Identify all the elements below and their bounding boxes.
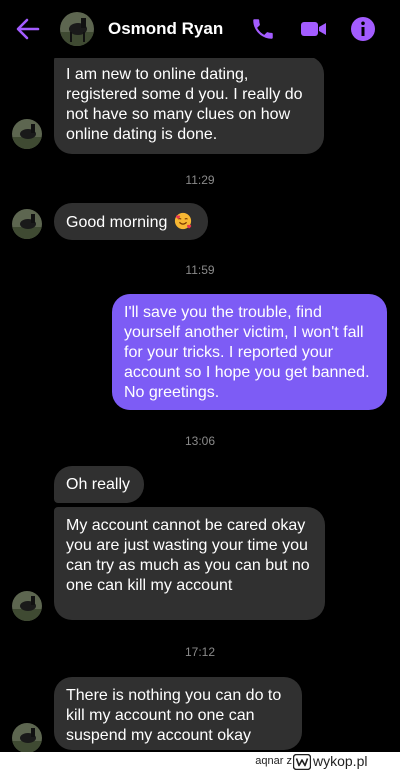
timestamp: 17:12 [184, 645, 216, 659]
chat-header: Osmond Ryan [0, 0, 400, 58]
incoming-message[interactable]: My account cannot be cared okay you are … [54, 507, 325, 620]
sender-avatar[interactable] [12, 119, 42, 149]
smiling-face-with-hearts-icon [174, 212, 192, 230]
watermark-bar: aqnar z wykop.pl [0, 752, 400, 773]
incoming-message[interactable]: Oh really [54, 466, 144, 503]
incoming-message[interactable]: Good morning [54, 203, 208, 240]
back-arrow-icon[interactable] [14, 15, 42, 43]
contact-name[interactable]: Osmond Ryan [108, 19, 223, 39]
timestamp: 13:06 [184, 434, 216, 448]
message-text: Good morning [66, 214, 168, 231]
sender-avatar[interactable] [12, 209, 42, 239]
timestamp: 11:29 [185, 173, 215, 187]
info-icon[interactable] [350, 16, 376, 42]
outgoing-message[interactable]: I'll save you the trouble, find yourself… [112, 294, 387, 410]
incoming-message[interactable]: There is nothing you can do to kill my a… [54, 677, 302, 750]
watermark-user: aqnar z [255, 755, 292, 767]
sender-avatar[interactable] [12, 723, 42, 753]
contact-avatar[interactable] [60, 12, 94, 46]
video-call-icon[interactable] [300, 16, 328, 42]
sender-avatar[interactable] [12, 591, 42, 621]
chat-screen: Osmond Ryan I am new to online dating, r… [0, 0, 400, 773]
incoming-message[interactable]: I am new to online dating, registered so… [54, 56, 324, 154]
wykop-logo-icon [293, 754, 311, 770]
watermark-site: wykop.pl [313, 753, 368, 769]
phone-icon[interactable] [250, 16, 276, 42]
timestamp: 11:59 [185, 263, 215, 277]
